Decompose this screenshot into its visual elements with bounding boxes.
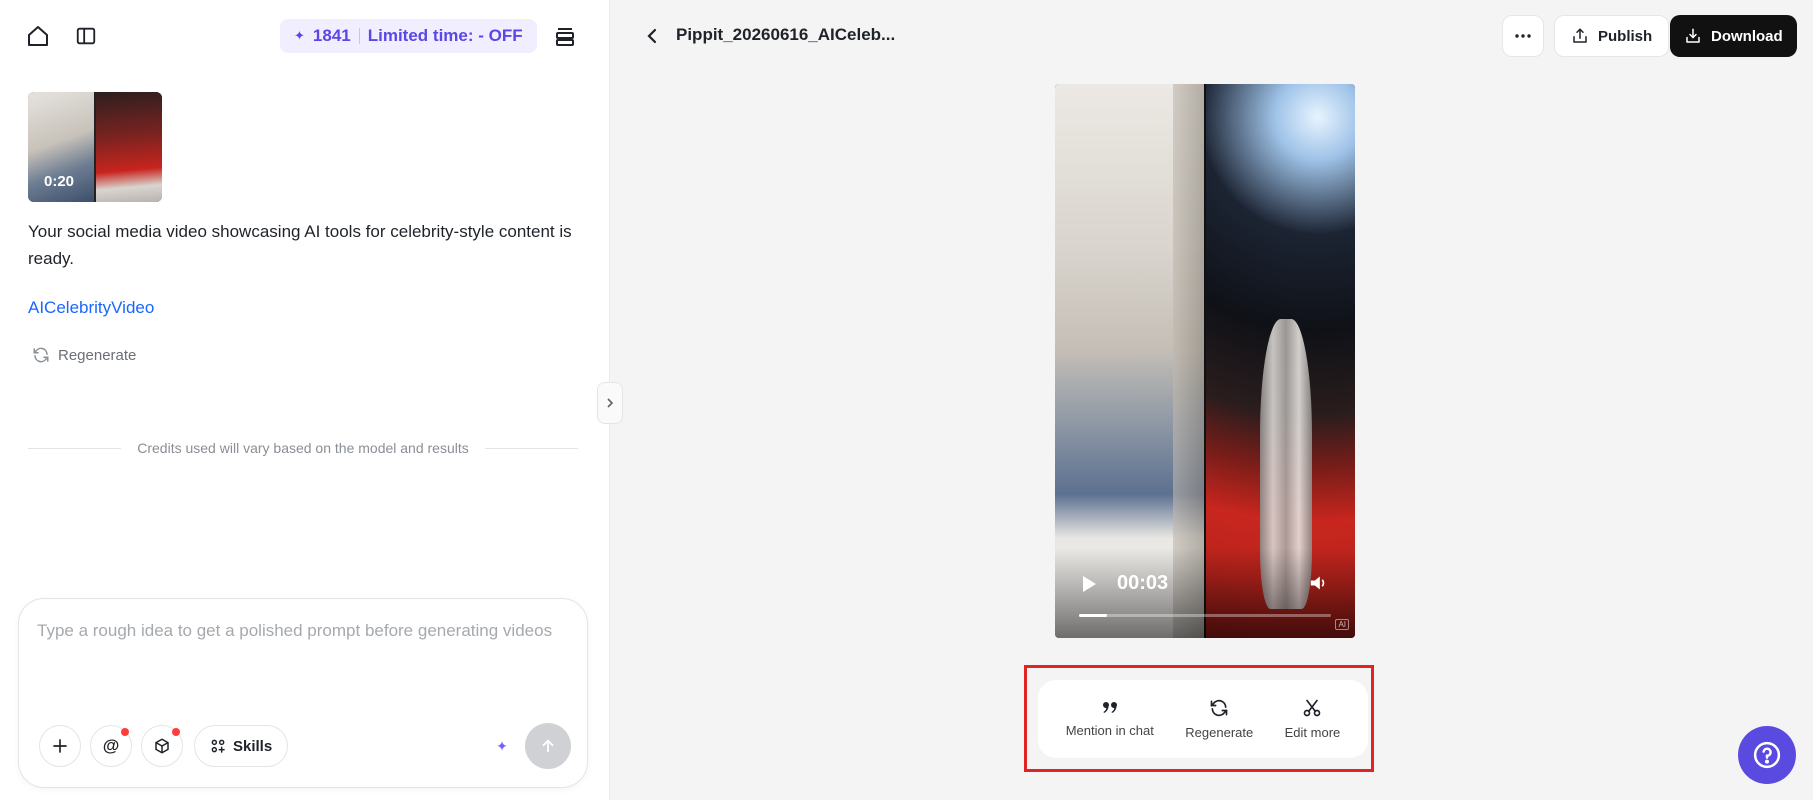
result-message: Your social media video showcasing AI to… — [28, 222, 572, 268]
chevron-left-icon — [647, 28, 657, 44]
mention-button[interactable]: @ — [90, 725, 132, 767]
mention-in-chat-button[interactable]: Mention in chat — [1066, 700, 1154, 738]
volume-button[interactable] — [1309, 574, 1331, 594]
notification-dot — [121, 728, 129, 736]
credits-count: 1841 — [312, 26, 351, 45]
scissors-icon — [1304, 699, 1321, 717]
chat-topbar: ✦ 1841 Limited time: - OFF — [0, 0, 610, 72]
send-button[interactable] — [525, 723, 571, 769]
collapse-panel-button[interactable] — [597, 382, 623, 424]
model-button[interactable] — [141, 725, 183, 767]
edit-more-label: Edit more — [1284, 725, 1341, 740]
chevron-right-icon — [607, 398, 614, 408]
home-icon — [28, 26, 48, 46]
help-icon — [1753, 741, 1781, 769]
chat-panel: ✦ 1841 Limited time: - OFF 0:20 Your soc… — [0, 0, 610, 800]
sidebar-toggle-button[interactable] — [68, 18, 104, 54]
sparkle-icon: ✦ — [294, 28, 305, 43]
skills-button[interactable]: Skills — [194, 725, 289, 767]
play-button[interactable] — [1079, 574, 1099, 594]
upload-icon — [1573, 28, 1587, 43]
help-button[interactable] — [1738, 726, 1796, 784]
plus-icon — [53, 739, 67, 753]
tag-link[interactable]: AICelebrityVideo — [28, 298, 154, 318]
edit-more-button[interactable]: Edit more — [1284, 698, 1341, 740]
more-dots-icon — [1515, 34, 1531, 38]
regenerate-video-button[interactable]: Regenerate — [1185, 698, 1253, 740]
refresh-icon — [1210, 699, 1228, 717]
add-attachment-button[interactable] — [39, 725, 81, 767]
prompt-composer: @ Skills ✦ — [18, 598, 588, 788]
credits-pill[interactable]: ✦ 1841 Limited time: - OFF — [280, 19, 537, 53]
volume-icon — [1310, 576, 1325, 590]
divider-line — [28, 447, 122, 449]
arrow-up-icon — [542, 739, 554, 753]
thumbnail-right-scene — [96, 92, 162, 202]
video-action-bar: Mention in chat Regenerate Edit more — [1038, 680, 1368, 758]
pill-divider — [358, 28, 360, 44]
skills-label: Skills — [233, 737, 273, 755]
divider-line — [484, 447, 579, 449]
download-icon — [1686, 28, 1700, 43]
progress-fill — [1079, 614, 1107, 617]
at-icon: @ — [102, 736, 120, 755]
preview-panel: Pippit_20260616_AICeleb... Publish Downl… — [610, 0, 1813, 800]
regenerate-button[interactable]: Regenerate — [32, 346, 136, 364]
home-button[interactable] — [20, 18, 56, 54]
prompt-input[interactable] — [37, 621, 573, 691]
skills-grid-icon — [211, 739, 225, 753]
publish-label: Publish — [1598, 27, 1653, 45]
current-time: 00:03 — [1117, 572, 1169, 594]
progress-bar[interactable] — [1079, 614, 1331, 617]
video-thumbnail[interactable]: 0:20 — [28, 92, 162, 202]
enhance-prompt-button[interactable]: ✦ — [491, 735, 513, 757]
history-button[interactable] — [547, 18, 583, 54]
more-options-button[interactable] — [1502, 15, 1544, 57]
promo-label: Limited time: - OFF — [367, 26, 523, 45]
sidebar-toggle-icon — [76, 27, 96, 45]
cube-icon — [155, 738, 169, 754]
regenerate-video-label: Regenerate — [1185, 725, 1254, 740]
quote-icon — [1102, 702, 1117, 713]
mention-in-chat-label: Mention in chat — [1065, 723, 1154, 738]
download-label: Download — [1711, 27, 1783, 45]
play-icon — [1083, 576, 1096, 592]
ai-badge: AI — [1335, 619, 1349, 630]
download-button[interactable]: Download — [1670, 15, 1797, 57]
refresh-icon — [33, 347, 49, 363]
history-icon — [556, 28, 574, 46]
credits-notice: Credits used will vary based on the mode… — [28, 440, 579, 456]
back-button[interactable] — [634, 18, 670, 54]
regenerate-label: Regenerate — [58, 346, 137, 364]
video-player[interactable]: 00:03 AI — [1055, 84, 1355, 638]
sparkle-icon: ✦ — [496, 737, 508, 754]
thumbnail-duration: 0:20 — [44, 173, 75, 190]
project-title: Pippit_20260616_AICeleb... — [676, 25, 896, 44]
notification-dot — [172, 728, 180, 736]
credits-notice-text: Credits used will vary based on the mode… — [137, 440, 469, 456]
publish-button[interactable]: Publish — [1554, 15, 1670, 57]
